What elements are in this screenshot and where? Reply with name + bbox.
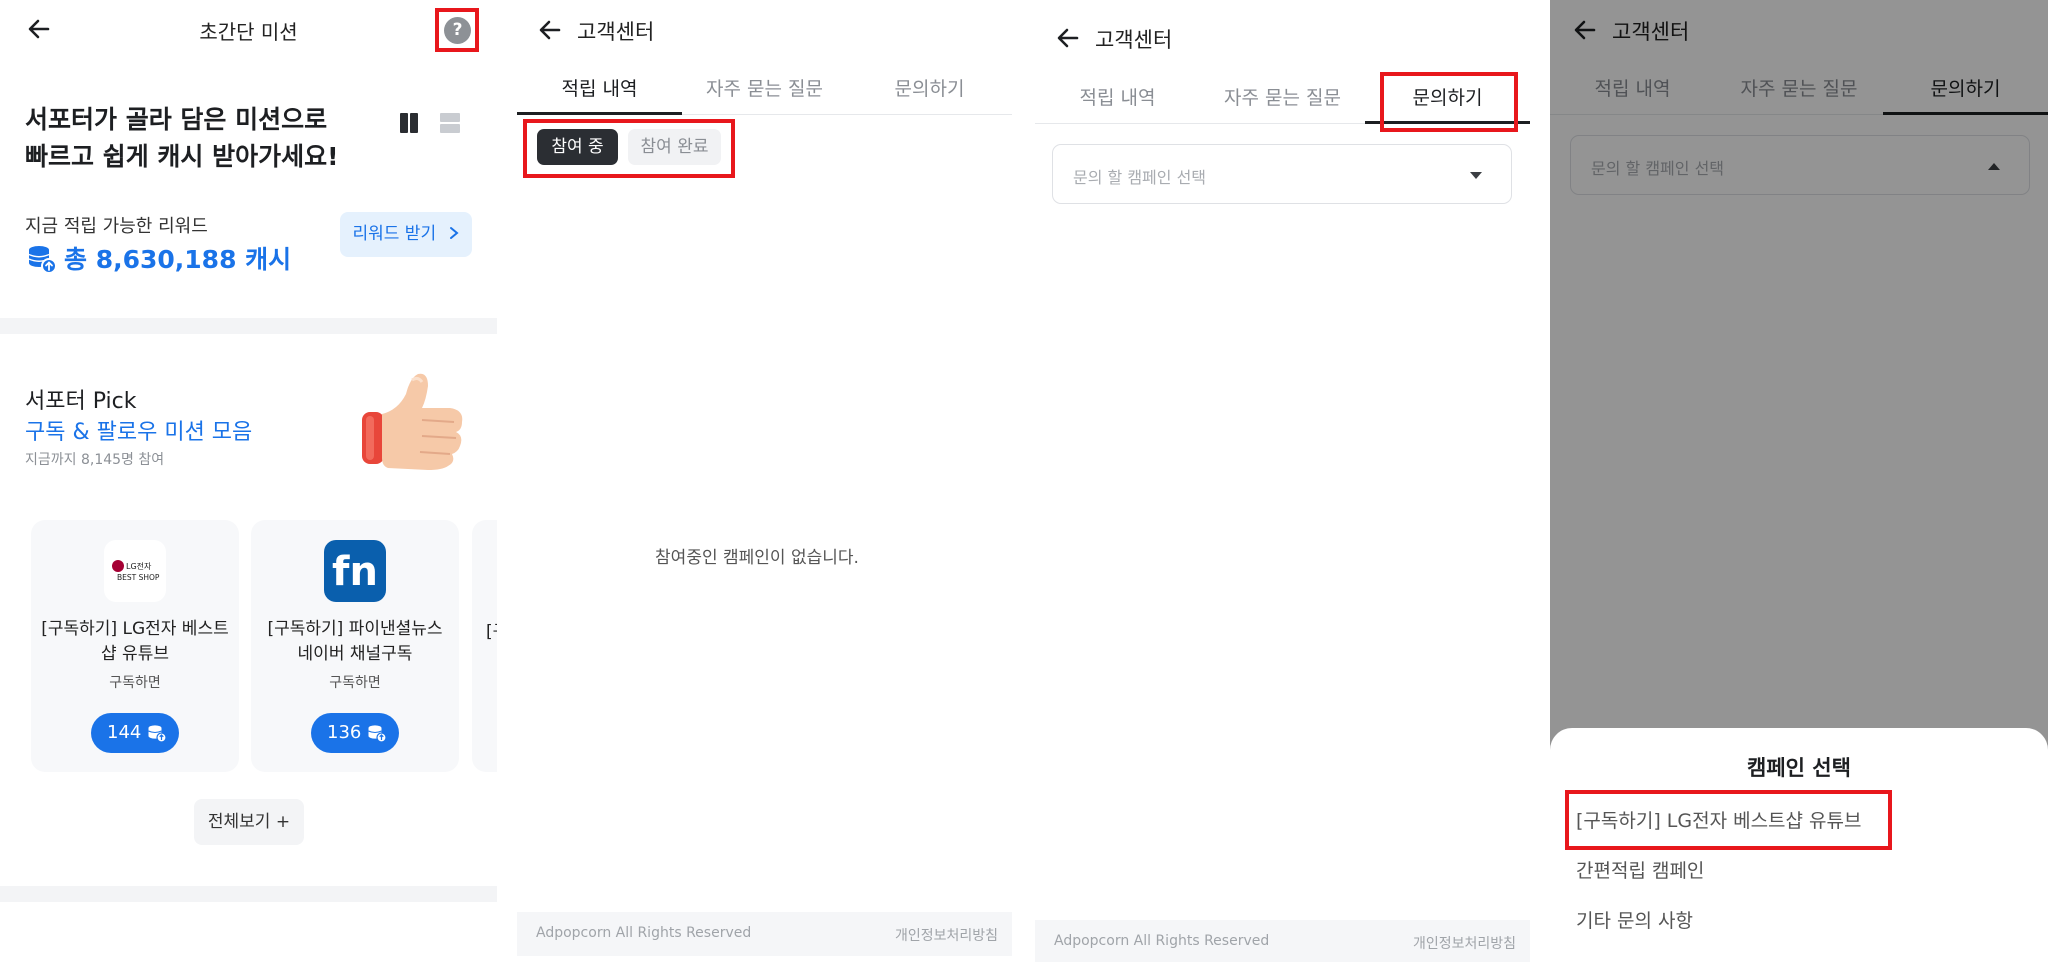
reward-amount: 136 <box>327 722 362 743</box>
mission-name: [구 <box>486 622 497 642</box>
view-all-button[interactable]: 전체보기 + <box>194 799 304 845</box>
section-divider <box>0 886 497 902</box>
panel-customer-center-history: 고객센터 적립 내역 자주 묻는 질문 문의하기 참여 중 참여 완료 참여중인… <box>497 0 1017 962</box>
coin-stack-icon <box>148 725 167 743</box>
reward-button-label: 리워드 받기 <box>352 224 437 244</box>
chip-in-progress[interactable]: 참여 중 <box>537 129 618 165</box>
headline: 서포터가 골라 담은 미션으로 빠르고 쉽게 캐시 받아가세요! <box>25 101 339 175</box>
tab-inquiry[interactable]: 문의하기 <box>847 74 1012 101</box>
sheet-option[interactable]: 기타 문의 사항 <box>1576 906 1693 933</box>
sheet-option[interactable]: 간편적립 캠페인 <box>1576 856 1704 883</box>
coin-stack-icon <box>368 725 387 743</box>
reward-total: 총 8,630,188 캐시 <box>64 245 292 274</box>
logo-text: fn <box>332 549 378 595</box>
mission-card[interactable]: LG전자 BEST SHOP [구독하기] LG전자 베스트샵 유튜브 구독하면… <box>31 520 239 772</box>
reward-pill[interactable]: 144 <box>91 713 179 753</box>
campaign-select[interactable]: 문의 할 캠페인 선택 <box>1052 144 1512 204</box>
footer: Adpopcorn All Rights Reserved 개인정보처리방침 <box>1035 920 1530 962</box>
headline-line: 서포터가 골라 담은 미션으로 <box>25 105 328 134</box>
footer: Adpopcorn All Rights Reserved 개인정보처리방침 <box>517 912 1012 956</box>
back-arrow-icon[interactable] <box>1053 23 1083 53</box>
view-toggle[interactable] <box>388 103 472 143</box>
page-title: 초간단 미션 <box>199 20 298 44</box>
section-divider <box>0 318 497 334</box>
logo-line1: LG전자 <box>126 561 152 571</box>
lg-logo-icon: LG전자 BEST SHOP <box>112 560 160 582</box>
page-title: 고객센터 <box>577 20 655 44</box>
thumbs-up-icon <box>362 373 463 470</box>
tab-faq[interactable]: 자주 묻는 질문 <box>682 74 847 101</box>
reward-caption: 지금 적립 가능한 리워드 <box>25 216 208 237</box>
panel-campaign-select-sheet: 고객센터 적립 내역 자주 묻는 질문 문의하기 문의 할 캠페인 선택 캠페인… <box>1550 0 2048 962</box>
empty-message: 참여중인 캠페인이 없습니다. <box>655 548 859 568</box>
tab-inquiry[interactable]: 문의하기 <box>1365 83 1530 110</box>
copyright: Adpopcorn All Rights Reserved <box>1054 933 1270 949</box>
fn-logo: fn <box>324 540 386 602</box>
fn-logo-icon: fn <box>332 549 378 595</box>
logo-line2: BEST SHOP <box>117 573 160 582</box>
grid-view-icon[interactable] <box>400 113 418 133</box>
list-view-icon[interactable] <box>440 113 460 133</box>
tab-history[interactable]: 적립 내역 <box>517 74 682 101</box>
headline-line: 빠르고 쉽게 캐시 받아가세요! <box>25 142 339 171</box>
lg-bestshop-logo: LG전자 BEST SHOP <box>104 540 166 602</box>
pick-subtitle: 구독 & 팔로우 미션 모음 <box>25 420 253 445</box>
chip-completed[interactable]: 참여 완료 <box>628 129 721 165</box>
mission-card-partial[interactable]: [구 <box>472 520 497 772</box>
dropdown-caret-icon <box>1470 172 1482 179</box>
back-arrow-icon[interactable] <box>535 15 565 45</box>
bottom-sheet: 캠페인 선택 [구독하기] LG전자 베스트샵 유튜브 간편적립 캠페인 기타 … <box>1550 728 2048 962</box>
panel-customer-center-inquiry: 고객센터 적립 내역 자주 묻는 질문 문의하기 문의 할 캠페인 선택 Adp… <box>1017 0 1550 962</box>
tab-history[interactable]: 적립 내역 <box>1035 83 1200 110</box>
sheet-title: 캠페인 선택 <box>1747 756 1851 780</box>
mission-condition: 구독하면 <box>109 675 161 691</box>
help-icon[interactable]: ? <box>444 17 471 44</box>
active-tab-indicator <box>1365 121 1530 124</box>
page-title: 고객센터 <box>1095 28 1173 52</box>
reward-amount: 144 <box>107 722 142 743</box>
mission-condition: 구독하면 <box>329 675 381 691</box>
mission-name: [구독하기] 파이낸셜뉴스 네이버 채널구독 <box>267 619 443 664</box>
reward-button[interactable]: 리워드 받기 <box>340 212 472 257</box>
tab-faq[interactable]: 자주 묻는 질문 <box>1200 83 1365 110</box>
chevron-right-icon <box>449 227 459 239</box>
mission-card[interactable]: fn [구독하기] 파이낸셜뉴스 네이버 채널구독 구독하면 136 <box>251 520 459 772</box>
select-placeholder: 문의 할 캠페인 선택 <box>1073 168 1207 187</box>
privacy-policy-link[interactable]: 개인정보처리방침 <box>1413 933 1516 953</box>
panel-quick-mission: 초간단 미션 ? 서포터가 골라 담은 미션으로 빠르고 쉽게 캐시 받아가세요… <box>0 0 497 962</box>
privacy-policy-link[interactable]: 개인정보처리방침 <box>895 925 998 945</box>
participant-count: 지금까지 8,145명 참여 <box>25 452 165 468</box>
active-tab-indicator <box>517 112 682 115</box>
coin-stack-icon <box>28 246 57 274</box>
copyright: Adpopcorn All Rights Reserved <box>536 925 752 941</box>
sheet-option[interactable]: [구독하기] LG전자 베스트샵 유튜브 <box>1576 806 1862 833</box>
reward-pill[interactable]: 136 <box>311 713 399 753</box>
pick-title: 서포터 Pick <box>25 389 137 414</box>
mission-name: [구독하기] LG전자 베스트샵 유튜브 <box>41 619 229 664</box>
